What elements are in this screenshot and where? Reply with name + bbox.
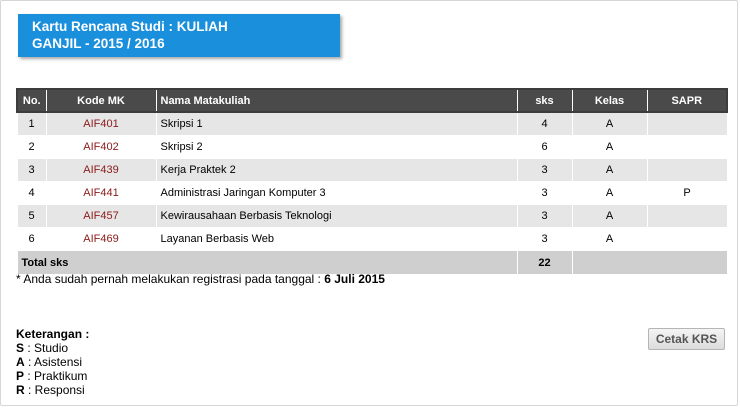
legend-key: P [16,369,25,383]
course-code: AIF439 [45,158,157,182]
legend-item: R : Responsi [16,383,89,397]
course-code: AIF457 [45,204,157,228]
total-sks-label: Total sks [16,250,518,275]
course-sapr [646,227,728,251]
row-no: 3 [16,158,47,182]
row-no: 2 [16,135,47,159]
course-class: A [571,227,648,251]
krs-table: No. Kode MK Nama Matakuliah sks Kelas SA… [16,88,728,275]
course-sks: 3 [516,181,573,205]
legend-item: S : Studio [16,341,89,355]
course-sks: 3 [516,204,573,228]
table-row: 3 AIF439 Kerja Praktek 2 3 A [16,158,728,182]
total-sks-value: 22 [516,250,573,275]
column-header-sapr: SAPR [646,88,728,113]
course-name: Kewirausahaan Berbasis Teknologi [155,204,518,228]
legend-desc: : Responsi [24,383,85,397]
course-class: A [571,204,648,228]
legend-desc: : Praktikum [24,369,88,383]
legend-desc: : Asistensi [24,355,83,369]
column-header-no: No. [16,88,47,113]
course-code: AIF402 [45,135,157,159]
course-class: A [571,135,648,159]
legend-item: A : Asistensi [16,355,89,369]
row-no: 5 [16,204,47,228]
course-code: AIF441 [45,181,157,205]
total-row: Total sks 22 [16,250,728,275]
course-sapr: P [646,181,728,205]
row-no: 6 [16,227,47,251]
course-class: A [571,181,648,205]
total-row-filler [571,250,728,275]
course-name: Skripsi 1 [155,111,518,136]
legend: Keterangan : S : Studio A : Asistensi P … [16,327,89,397]
column-header-nama: Nama Matakuliah [155,88,518,113]
course-code: AIF401 [45,111,157,136]
page-title-line1: Kartu Rencana Studi : KULIAH [32,19,228,34]
column-header-kode: Kode MK [45,88,157,113]
table-row: 1 AIF401 Skripsi 1 4 A [16,111,728,136]
course-name: Layanan Berbasis Web [155,227,518,251]
table-row: 6 AIF469 Layanan Berbasis Web 3 A [16,227,728,251]
course-sapr [646,204,728,228]
course-sapr [646,158,728,182]
page-title-line2: GANJIL - 2015 / 2016 [32,36,165,51]
course-sks: 4 [516,111,573,136]
legend-desc: : Studio [24,341,69,355]
table-header-row: No. Kode MK Nama Matakuliah sks Kelas SA… [16,88,728,113]
legend-key: A [16,355,25,369]
course-name: Kerja Praktek 2 [155,158,518,182]
row-no: 1 [16,111,47,136]
course-name: Skripsi 2 [155,135,518,159]
legend-title: Keterangan : [16,327,90,341]
registration-note-text: * Anda sudah pernah melakukan registrasi… [16,272,325,286]
table-row: 5 AIF457 Kewirausahaan Berbasis Teknolog… [16,204,728,228]
legend-key: R [16,383,25,397]
row-no: 4 [16,181,47,205]
course-sks: 6 [516,135,573,159]
registration-note: * Anda sudah pernah melakukan registrasi… [16,272,385,286]
course-class: A [571,158,648,182]
legend-key: S [16,341,25,355]
course-name: Administrasi Jaringan Komputer 3 [155,181,518,205]
course-sapr [646,111,728,136]
course-class: A [571,111,648,136]
page-title: Kartu Rencana Studi : KULIAH GANJIL - 20… [18,14,340,57]
legend-item: P : Praktikum [16,369,89,383]
course-sapr [646,135,728,159]
course-code: AIF469 [45,227,157,251]
course-sks: 3 [516,158,573,182]
registration-date: 6 Juli 2015 [324,272,385,286]
course-sks: 3 [516,227,573,251]
table-row: 4 AIF441 Administrasi Jaringan Komputer … [16,181,728,205]
column-header-sks: sks [516,88,573,113]
column-header-kelas: Kelas [571,88,648,113]
print-krs-button[interactable]: Cetak KRS [648,328,725,350]
table-row: 2 AIF402 Skripsi 2 6 A [16,135,728,159]
